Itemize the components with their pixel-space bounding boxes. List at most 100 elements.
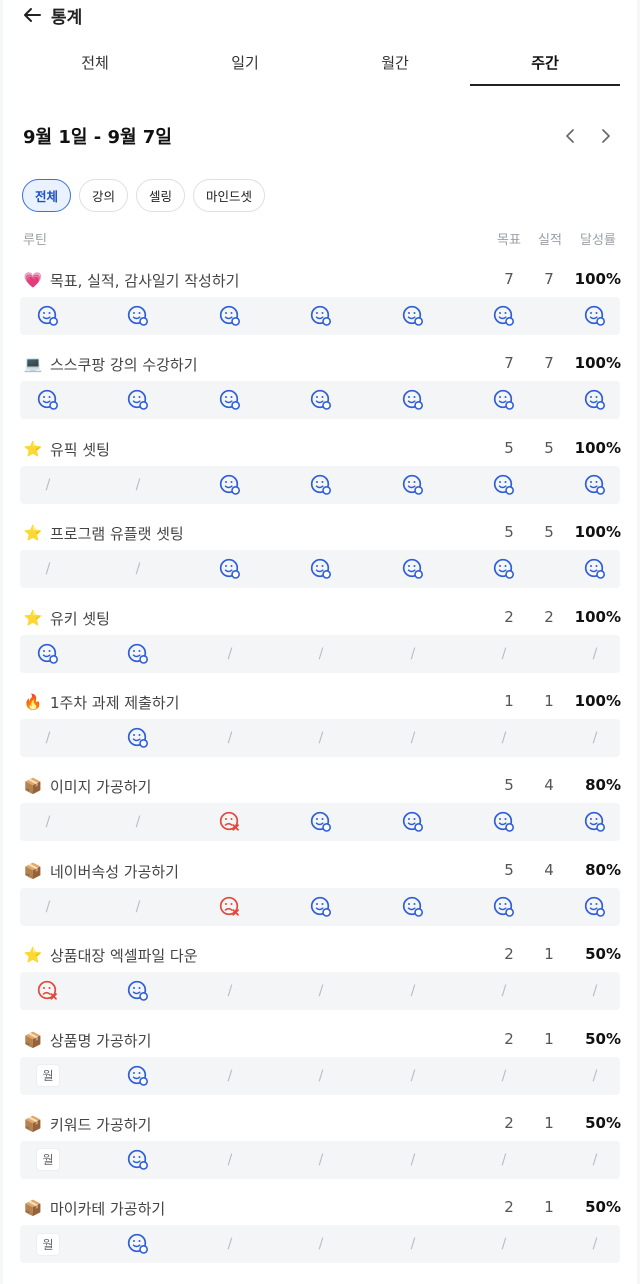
routine-goal-count: 2 bbox=[504, 1029, 514, 1048]
day-done-smile-icon[interactable] bbox=[301, 888, 341, 926]
day-failed-sad-icon[interactable] bbox=[28, 972, 68, 1010]
filter-chip-all[interactable]: 전체 bbox=[22, 179, 72, 212]
day-done-smile-icon[interactable] bbox=[28, 635, 68, 673]
day-done-smile-icon[interactable] bbox=[28, 297, 68, 335]
day-done-smile-icon[interactable] bbox=[301, 803, 341, 841]
day-done-smile-icon[interactable] bbox=[118, 1225, 158, 1263]
day-weekday-tag[interactable]: 월 bbox=[28, 1057, 68, 1095]
day-not-scheduled: / bbox=[210, 1057, 250, 1095]
day-done-smile-icon[interactable] bbox=[484, 803, 524, 841]
day-done-smile-icon[interactable] bbox=[118, 297, 158, 335]
day-done-smile-icon[interactable] bbox=[210, 381, 250, 419]
day-done-smile-icon[interactable] bbox=[393, 888, 433, 926]
day-failed-sad-icon[interactable] bbox=[210, 888, 250, 926]
back-arrow-icon[interactable] bbox=[21, 4, 43, 26]
slash-mark: / bbox=[227, 645, 233, 662]
day-done-smile-icon[interactable] bbox=[301, 297, 341, 335]
day-done-smile-icon[interactable] bbox=[484, 466, 524, 504]
day-done-smile-icon[interactable] bbox=[575, 297, 615, 335]
weekday-status-strip: / / / / / bbox=[20, 972, 620, 1011]
routine-row[interactable]: 📦 네이버속성 가공하기 5 4 80% / / bbox=[3, 853, 637, 937]
routine-actual-count: 5 bbox=[544, 523, 554, 542]
day-done-smile-icon[interactable] bbox=[393, 297, 433, 335]
day-done-smile-icon[interactable] bbox=[301, 550, 341, 588]
routine-achievement-rate: 50% bbox=[585, 1113, 621, 1132]
day-weekday-tag[interactable]: 월 bbox=[28, 1141, 68, 1179]
day-done-smile-icon[interactable] bbox=[118, 381, 158, 419]
day-done-smile-icon[interactable] bbox=[393, 381, 433, 419]
day-weekday-tag[interactable]: 월 bbox=[28, 1225, 68, 1263]
day-not-scheduled: / bbox=[484, 1141, 524, 1179]
slash-mark: / bbox=[318, 1067, 324, 1084]
routine-row[interactable]: 📦 이미지 가공하기 5 4 80% / / bbox=[3, 768, 637, 852]
day-done-smile-icon[interactable] bbox=[118, 1141, 158, 1179]
routine-row[interactable]: 💗 목표, 실적, 감사일기 작성하기 7 7 100% bbox=[3, 262, 637, 346]
routine-header: 📦 네이버속성 가공하기 5 4 80% bbox=[23, 859, 621, 883]
routine-column-header: 루틴 bbox=[23, 233, 47, 248]
slash-mark: / bbox=[410, 983, 416, 1000]
routine-row[interactable]: 💻 스스쿠팡 강의 수강하기 7 7 100% bbox=[3, 346, 637, 430]
day-done-smile-icon[interactable] bbox=[484, 550, 524, 588]
day-done-smile-icon[interactable] bbox=[210, 297, 250, 335]
day-done-smile-icon[interactable] bbox=[575, 550, 615, 588]
day-done-smile-icon[interactable] bbox=[210, 466, 250, 504]
routine-row[interactable]: ⭐ 프로그램 유플랫 셋팅 5 5 100% / / bbox=[3, 515, 637, 599]
day-done-smile-icon[interactable] bbox=[575, 466, 615, 504]
filter-chip-lecture[interactable]: 강의 bbox=[79, 179, 129, 212]
routine-emoji-icon: ⭐ bbox=[23, 608, 43, 627]
routine-row[interactable]: ⭐ 유픽 셋팅 5 5 100% / / bbox=[3, 431, 637, 515]
day-done-smile-icon[interactable] bbox=[210, 550, 250, 588]
slash-mark: / bbox=[592, 729, 598, 746]
rate-column-header: 달성률 bbox=[580, 233, 616, 248]
routine-row[interactable]: 📦 마이카테 가공하기 2 1 50% 월 / / / / / bbox=[3, 1190, 637, 1274]
day-done-smile-icon[interactable] bbox=[118, 1057, 158, 1095]
day-not-scheduled: / bbox=[301, 1225, 341, 1263]
routine-name: 상품대장 엑셀파일 다운 bbox=[50, 947, 198, 966]
slash-mark: / bbox=[410, 1151, 416, 1168]
routine-header: 📦 키워드 가공하기 2 1 50% bbox=[23, 1112, 621, 1136]
routine-row[interactable]: 📦 키워드 가공하기 2 1 50% 월 / / / / / bbox=[3, 1106, 637, 1190]
routine-row[interactable]: ⭐ 유키 셋팅 2 2 100% / / / / / bbox=[3, 600, 637, 684]
day-done-smile-icon[interactable] bbox=[393, 550, 433, 588]
day-done-smile-icon[interactable] bbox=[484, 297, 524, 335]
day-done-smile-icon[interactable] bbox=[28, 381, 68, 419]
day-done-smile-icon[interactable] bbox=[118, 635, 158, 673]
routine-actual-count: 4 bbox=[544, 776, 554, 795]
routine-row[interactable]: 🔥 1주차 과제 제출하기 1 1 100% / / / / / / bbox=[3, 684, 637, 768]
tab-weekly[interactable]: 주간 bbox=[470, 44, 620, 86]
routine-emoji-icon: ⭐ bbox=[23, 946, 43, 965]
routine-name: 이미지 가공하기 bbox=[50, 778, 152, 797]
day-not-scheduled: / bbox=[118, 550, 158, 588]
day-done-smile-icon[interactable] bbox=[575, 803, 615, 841]
day-not-scheduled: / bbox=[575, 1141, 615, 1179]
day-done-smile-icon[interactable] bbox=[484, 381, 524, 419]
prev-week-chevron-left-icon[interactable] bbox=[561, 127, 579, 145]
day-done-smile-icon[interactable] bbox=[301, 381, 341, 419]
slash-mark: / bbox=[227, 1151, 233, 1168]
day-done-smile-icon[interactable] bbox=[118, 719, 158, 757]
filter-chip-mindset[interactable]: 마인드셋 bbox=[193, 179, 266, 212]
day-not-scheduled: / bbox=[393, 1141, 433, 1179]
slash-mark: / bbox=[135, 898, 141, 915]
slash-mark: / bbox=[318, 645, 324, 662]
day-done-smile-icon[interactable] bbox=[575, 888, 615, 926]
day-done-smile-icon[interactable] bbox=[484, 888, 524, 926]
routine-row[interactable]: ⭐ 상품대장 엑셀파일 다운 2 1 50% / / / / / bbox=[3, 937, 637, 1021]
next-week-chevron-right-icon[interactable] bbox=[597, 127, 615, 145]
day-done-smile-icon[interactable] bbox=[301, 466, 341, 504]
tab-diary[interactable]: 일기 bbox=[170, 44, 320, 86]
day-done-smile-icon[interactable] bbox=[393, 466, 433, 504]
weekday-status-strip: 월 / / / / / bbox=[20, 1225, 620, 1264]
day-done-smile-icon[interactable] bbox=[118, 972, 158, 1010]
tab-all[interactable]: 전체 bbox=[20, 44, 170, 86]
routine-list: 💗 목표, 실적, 감사일기 작성하기 7 7 100% 💻 스스쿠팡 강의 수강하기 7 7 1… bbox=[3, 262, 637, 1275]
routine-actual-count: 1 bbox=[544, 1198, 554, 1217]
day-done-smile-icon[interactable] bbox=[575, 381, 615, 419]
routine-goal-count: 2 bbox=[504, 607, 514, 626]
routine-emoji-icon: 💗 bbox=[23, 271, 43, 289]
tab-monthly[interactable]: 월간 bbox=[320, 44, 470, 86]
routine-row[interactable]: 📦 상품명 가공하기 2 1 50% 월 / / / / / bbox=[3, 1022, 637, 1106]
filter-chip-selling[interactable]: 셀링 bbox=[136, 179, 186, 212]
day-failed-sad-icon[interactable] bbox=[210, 803, 250, 841]
day-done-smile-icon[interactable] bbox=[393, 803, 433, 841]
